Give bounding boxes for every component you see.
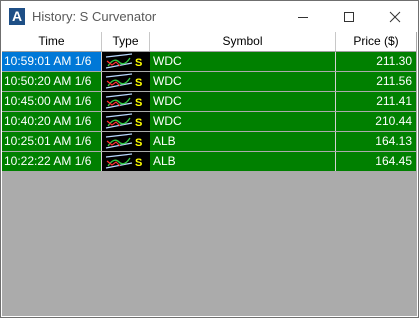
table-row[interactable]: 10:59:01 AM 1/6 S WDC 211.30 <box>2 52 416 72</box>
time-cell[interactable]: 10:59:01 AM 1/6 <box>2 52 102 71</box>
type-cell[interactable]: S <box>102 132 150 151</box>
column-header-time[interactable]: Time <box>2 32 102 51</box>
app-icon: A <box>9 8 25 25</box>
price-cell[interactable]: 164.13 <box>336 132 416 151</box>
s-curve-alert-icon: S <box>105 53 142 69</box>
table-row[interactable]: 10:25:01 AM 1/6 S ALB 164.13 <box>2 132 416 152</box>
s-curve-alert-icon: S <box>105 133 142 149</box>
table-header: Time Type Symbol Price ($) <box>2 32 416 52</box>
type-cell[interactable]: S <box>102 152 150 171</box>
symbol-cell[interactable]: ALB <box>150 132 336 151</box>
symbol-cell[interactable]: WDC <box>150 112 336 131</box>
symbol-cell[interactable]: WDC <box>150 52 336 71</box>
symbol-cell[interactable]: WDC <box>150 72 336 91</box>
type-cell[interactable]: S <box>102 52 150 71</box>
type-cell[interactable]: S <box>102 92 150 111</box>
svg-text:S: S <box>135 57 142 69</box>
close-button[interactable] <box>372 1 418 32</box>
price-cell[interactable]: 211.30 <box>336 52 416 71</box>
minimize-button[interactable] <box>280 1 326 32</box>
history-table[interactable]: Time Type Symbol Price ($) 10:59:01 AM 1… <box>2 32 417 316</box>
minimize-icon <box>298 16 308 18</box>
svg-text:S: S <box>135 77 142 89</box>
time-cell[interactable]: 10:22:22 AM 1/6 <box>2 152 102 171</box>
table-row[interactable]: 10:40:20 AM 1/6 S WDC 210.44 <box>2 112 416 132</box>
type-cell[interactable]: S <box>102 72 150 91</box>
table-row[interactable]: 10:50:20 AM 1/6 S WDC 211.56 <box>2 72 416 92</box>
svg-text:S: S <box>135 117 142 129</box>
title-bar[interactable]: A History: S Curvenator <box>1 1 418 32</box>
close-icon <box>389 11 401 22</box>
s-curve-alert-icon: S <box>105 73 142 89</box>
svg-text:S: S <box>135 157 142 169</box>
window-title: History: S Curvenator <box>32 9 157 24</box>
table-row[interactable]: 10:22:22 AM 1/6 S ALB 164.45 <box>2 152 416 172</box>
column-header-symbol[interactable]: Symbol <box>150 32 336 51</box>
type-cell[interactable]: S <box>102 112 150 131</box>
price-cell[interactable]: 211.56 <box>336 72 416 91</box>
column-header-type[interactable]: Type <box>102 32 150 51</box>
maximize-button[interactable] <box>326 1 372 32</box>
symbol-cell[interactable]: ALB <box>150 152 336 171</box>
price-cell[interactable]: 164.45 <box>336 152 416 171</box>
column-header-price[interactable]: Price ($) <box>336 32 416 51</box>
svg-text:S: S <box>135 97 142 109</box>
history-window: A History: S Curvenator Time Type Symbol… <box>0 0 419 318</box>
time-cell[interactable]: 10:25:01 AM 1/6 <box>2 132 102 151</box>
s-curve-alert-icon: S <box>105 153 142 169</box>
time-cell[interactable]: 10:45:00 AM 1/6 <box>2 92 102 111</box>
s-curve-alert-icon: S <box>105 113 142 129</box>
table-row[interactable]: 10:45:00 AM 1/6 S WDC 211.41 <box>2 92 416 112</box>
price-cell[interactable]: 210.44 <box>336 112 416 131</box>
maximize-icon <box>344 11 354 22</box>
svg-text:S: S <box>135 137 142 149</box>
price-cell[interactable]: 211.41 <box>336 92 416 111</box>
time-cell[interactable]: 10:50:20 AM 1/6 <box>2 72 102 91</box>
time-cell[interactable]: 10:40:20 AM 1/6 <box>2 112 102 131</box>
s-curve-alert-icon: S <box>105 93 142 109</box>
symbol-cell[interactable]: WDC <box>150 92 336 111</box>
